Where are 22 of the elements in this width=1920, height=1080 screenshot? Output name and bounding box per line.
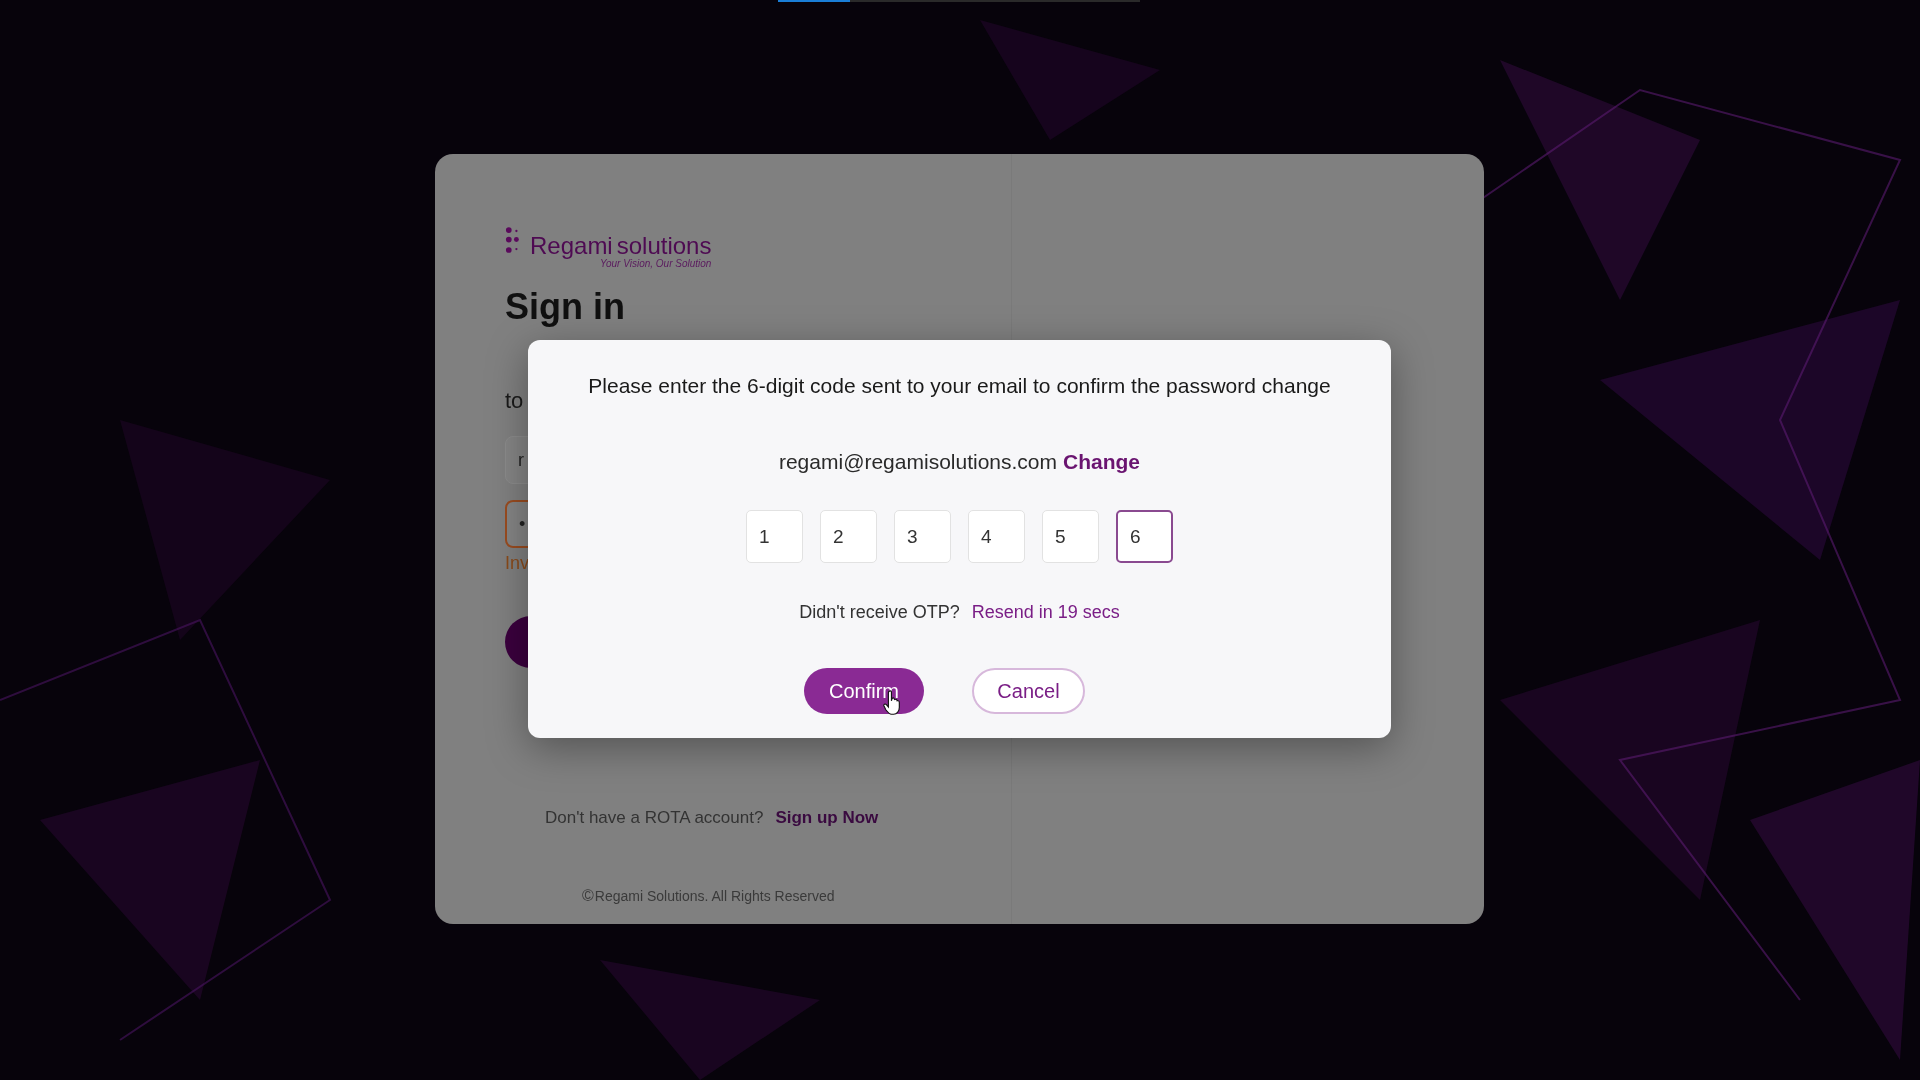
cancel-button[interactable]: Cancel [972,668,1085,714]
email-address: regami@regamisolutions.com [778,450,1058,474]
copyright-text: Regami Solutions. All Rights Reserved [594,888,835,904]
error-message: Inv [505,553,529,574]
signup-prompt: Don't have a ROTA account? [545,808,764,828]
resend-link[interactable]: Resend in 19 secs [971,602,1120,623]
otp-digit-field[interactable]: 4 [968,510,1025,563]
sign-up-link[interactable]: Sign up Now [775,808,879,828]
otp-digit-field[interactable]: 1 [746,510,803,563]
otp-digit-field[interactable]: 3 [894,510,951,563]
confirm-button[interactable]: Confirm [804,668,924,714]
sign-in-subtitle: to [505,388,524,414]
copyright-icon: © [582,887,594,905]
brand-tagline: Your Vision, Our Solution [599,258,712,269]
resend-prompt: Didn't receive OTP? [799,602,960,623]
brand-name-suffix: solutions [616,234,712,258]
otp-digit-field[interactable]: 6 [1116,510,1173,563]
otp-digit-field[interactable]: 5 [1042,510,1099,563]
sign-in-title: Sign in [505,289,625,325]
change-link[interactable]: Change [1063,450,1141,474]
otp-digit-field[interactable]: 2 [820,510,877,563]
dialog-message: Please enter the 6-digit code sent to your email to confirm the password change [588,374,1331,398]
